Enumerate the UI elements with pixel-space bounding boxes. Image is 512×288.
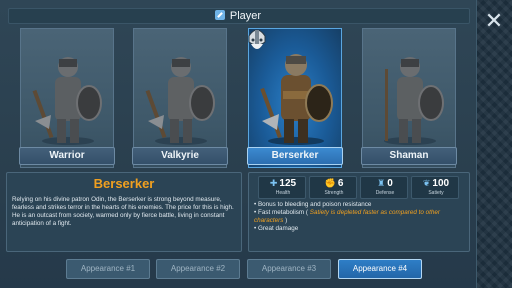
stat-health-value: ✚ 125 [259, 178, 307, 190]
trait-text: Fast metabolism ( [257, 209, 310, 216]
trait-item: Great damage [254, 225, 468, 233]
stat-satiety: ❦ 100 Satiety [411, 176, 459, 199]
character-name-valkyrie[interactable]: Valkyrie [132, 147, 228, 165]
character-name-shaman[interactable]: Shaman [361, 147, 457, 165]
character-name-berserker[interactable]: Berserker [247, 147, 343, 165]
stat-health-label: Health [275, 190, 291, 196]
stat-defense-label: Defense [375, 190, 395, 196]
appearance-tab-3[interactable]: Appearance #3 [247, 259, 331, 279]
page-title: Player [0, 8, 476, 24]
close-icon[interactable]: ✕ [482, 10, 506, 34]
stat-satiety-number: 100 [432, 178, 450, 189]
stat-satiety-label: Satiety [428, 190, 444, 196]
valkyrie-figure [145, 57, 215, 145]
shaman-figure [384, 57, 444, 145]
satiety-icon: ❦ [422, 179, 431, 189]
health-cross-icon: ✚ [269, 179, 278, 189]
strength-icon: ✊ [324, 179, 336, 189]
page-title-text: Player [229, 10, 262, 22]
traits-list: Bonus to bleeding and poison resistance … [254, 201, 468, 249]
side-pattern-panel [476, 0, 512, 288]
character-title: Berserker [93, 176, 155, 191]
stat-defense: ♜ 0 Defense [360, 176, 408, 199]
viking-helmet-icon [248, 29, 266, 49]
stat-health: ✚ 125 Health [258, 176, 306, 199]
warrior-figure [32, 57, 102, 145]
character-description: Relying on his divine patron Odin, the B… [12, 196, 234, 227]
stat-health-number: 125 [279, 178, 297, 189]
appearance-tab-4[interactable]: Appearance #4 [338, 259, 422, 279]
stat-strength-label: Strength [324, 190, 344, 196]
stat-strength: ✊ 6 Strength [309, 176, 357, 199]
defense-icon: ♜ [377, 179, 386, 189]
trait-item: Bonus to bleeding and poison resistance [254, 201, 468, 209]
appearance-tab-1[interactable]: Appearance #1 [66, 259, 150, 279]
stat-strength-number: 6 [337, 178, 344, 189]
stat-satiety-value: ❦ 100 [412, 178, 460, 190]
character-name-warrior[interactable]: Warrior [19, 147, 115, 165]
stat-defense-number: 0 [387, 178, 393, 189]
stat-defense-value: ♜ 0 [361, 178, 409, 190]
trait-item: Fast metabolism ( Satiety is depleted fa… [254, 209, 468, 225]
appearance-tab-2[interactable]: Appearance #2 [156, 259, 240, 279]
stat-strength-value: ✊ 6 [310, 178, 358, 190]
trait-text-end: ) [283, 217, 288, 224]
edit-icon [214, 10, 225, 20]
